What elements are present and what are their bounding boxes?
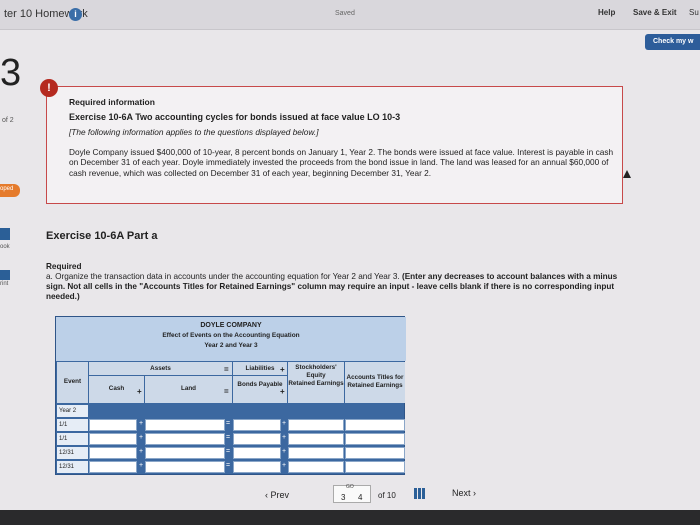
- table-header: DOYLE COMPANY Effect of Events on the Ac…: [56, 317, 406, 361]
- alert-icon: !: [40, 79, 58, 97]
- equals-sign: =: [226, 434, 231, 441]
- equity-header-group: Stockholders' Equity Retained Earnings: [288, 362, 344, 403]
- equals-operator: =: [224, 365, 229, 374]
- account-title-input[interactable]: [345, 433, 405, 445]
- cash-input[interactable]: [89, 433, 137, 445]
- top-bar: ter 10 Homework i Saved Help Save & Exit…: [0, 0, 700, 30]
- part-counter: of 2: [2, 117, 14, 124]
- event-cell: 1/1: [57, 433, 88, 445]
- table-row: Year 2: [56, 404, 406, 418]
- info-body: Doyle Company issued $400,000 of 10-year…: [69, 146, 614, 178]
- table-row: 1/1 + = +: [56, 418, 406, 432]
- account-title-input[interactable]: [345, 419, 405, 431]
- equals-operator: =: [224, 387, 229, 396]
- table-row: 1/1 + = +: [56, 432, 406, 446]
- event-cell: Year 2: [57, 405, 88, 417]
- ebook-label[interactable]: ook: [0, 244, 10, 250]
- cash-input[interactable]: [89, 447, 137, 459]
- company-name: DOYLE COMPANY: [200, 322, 262, 329]
- part-title: Exercise 10-6A Part a: [46, 230, 158, 242]
- land-input[interactable]: [145, 461, 225, 473]
- required-information-box: Required information Exercise 10-6A Two …: [46, 86, 623, 204]
- info-note: [The following information applies to th…: [69, 127, 319, 137]
- required-instructions: Required a. Organize the transaction dat…: [46, 262, 626, 302]
- table-row: 12/31 + = +: [56, 446, 406, 460]
- plus-operator: +: [280, 387, 285, 396]
- go-label[interactable]: GO: [346, 484, 354, 490]
- land-input[interactable]: [145, 433, 225, 445]
- mouse-cursor-icon: [623, 170, 631, 178]
- prev-label[interactable]: Prev: [271, 490, 290, 500]
- account-titles-header: Accounts Titles for Retained Earnings: [345, 362, 405, 403]
- equity-header: Stockholders' Equity: [295, 364, 337, 379]
- ebook-icon[interactable]: [0, 228, 10, 240]
- plus-sign: +: [282, 434, 287, 441]
- exercise-title: Exercise 10-6A Two accounting cycles for…: [69, 111, 401, 122]
- assets-header: Assets: [89, 362, 232, 375]
- event-header: Event: [57, 362, 88, 403]
- required-text: a. Organize the transaction data in acco…: [46, 272, 402, 281]
- page-total: of 10: [378, 491, 396, 500]
- account-title-input[interactable]: [345, 447, 405, 459]
- table-row: 12/31 + = +: [56, 460, 406, 474]
- next-button[interactable]: Next ›: [452, 488, 476, 498]
- info-icon[interactable]: i: [69, 8, 82, 21]
- page-4[interactable]: 4: [358, 493, 362, 502]
- cash-input[interactable]: [89, 419, 137, 431]
- saved-status: Saved: [335, 10, 355, 17]
- bonds-payable-input[interactable]: [233, 419, 281, 431]
- bonds-payable-header: Bonds Payable: [233, 376, 287, 403]
- bonds-payable-input[interactable]: [233, 461, 281, 473]
- bonds-payable-input[interactable]: [233, 447, 281, 459]
- print-label[interactable]: rint: [0, 281, 8, 287]
- retained-earnings-header: Retained Earnings: [288, 380, 344, 387]
- retained-earnings-input[interactable]: [288, 447, 344, 459]
- plus-sign: +: [139, 434, 144, 441]
- retained-earnings-input[interactable]: [288, 433, 344, 445]
- event-cell: 1/1: [57, 419, 88, 431]
- event-cell: 12/31: [57, 461, 88, 473]
- accounting-equation-table: DOYLE COMPANY Effect of Events on the Ac…: [55, 316, 406, 475]
- plus-sign: +: [139, 448, 144, 455]
- cash-header: Cash: [89, 376, 144, 403]
- plus-sign: +: [282, 420, 287, 427]
- retained-earnings-input[interactable]: [288, 461, 344, 473]
- info-heading: Required information: [69, 97, 155, 107]
- plus-sign: +: [139, 420, 144, 427]
- bonds-payable-input[interactable]: [233, 433, 281, 445]
- grid-icon[interactable]: [414, 488, 425, 499]
- retained-earnings-input[interactable]: [288, 419, 344, 431]
- plus-sign: +: [282, 448, 287, 455]
- help-button[interactable]: Help: [598, 8, 615, 17]
- liabilities-header: Liabilities: [233, 362, 287, 375]
- print-icon[interactable]: [0, 270, 10, 280]
- table-years: Year 2 and Year 3: [204, 342, 258, 349]
- account-title-input[interactable]: [345, 461, 405, 473]
- screen-edge: [0, 510, 700, 525]
- plus-sign: +: [139, 462, 144, 469]
- land-input[interactable]: [145, 447, 225, 459]
- question-number: 3: [0, 52, 22, 94]
- table-subtitle: Effect of Events on the Accounting Equat…: [162, 332, 300, 339]
- required-label: Required: [46, 262, 82, 271]
- land-input[interactable]: [145, 419, 225, 431]
- prev-button[interactable]: ‹ Prev: [265, 490, 289, 500]
- equals-sign: =: [226, 420, 231, 427]
- cash-input[interactable]: [89, 461, 137, 473]
- submit-button[interactable]: Su: [689, 8, 699, 17]
- save-exit-button[interactable]: Save & Exit: [633, 8, 677, 17]
- plus-operator: +: [137, 387, 142, 396]
- plus-sign: +: [282, 462, 287, 469]
- equals-sign: =: [226, 448, 231, 455]
- event-cell: 12/31: [57, 447, 88, 459]
- next-label[interactable]: Next: [452, 488, 471, 498]
- page-3[interactable]: 3: [341, 493, 345, 502]
- land-header: Land: [145, 376, 232, 403]
- check-my-work-button[interactable]: Check my w: [645, 34, 700, 50]
- skipped-badge: oped: [0, 184, 20, 197]
- plus-operator: +: [280, 365, 285, 374]
- equals-sign: =: [226, 462, 231, 469]
